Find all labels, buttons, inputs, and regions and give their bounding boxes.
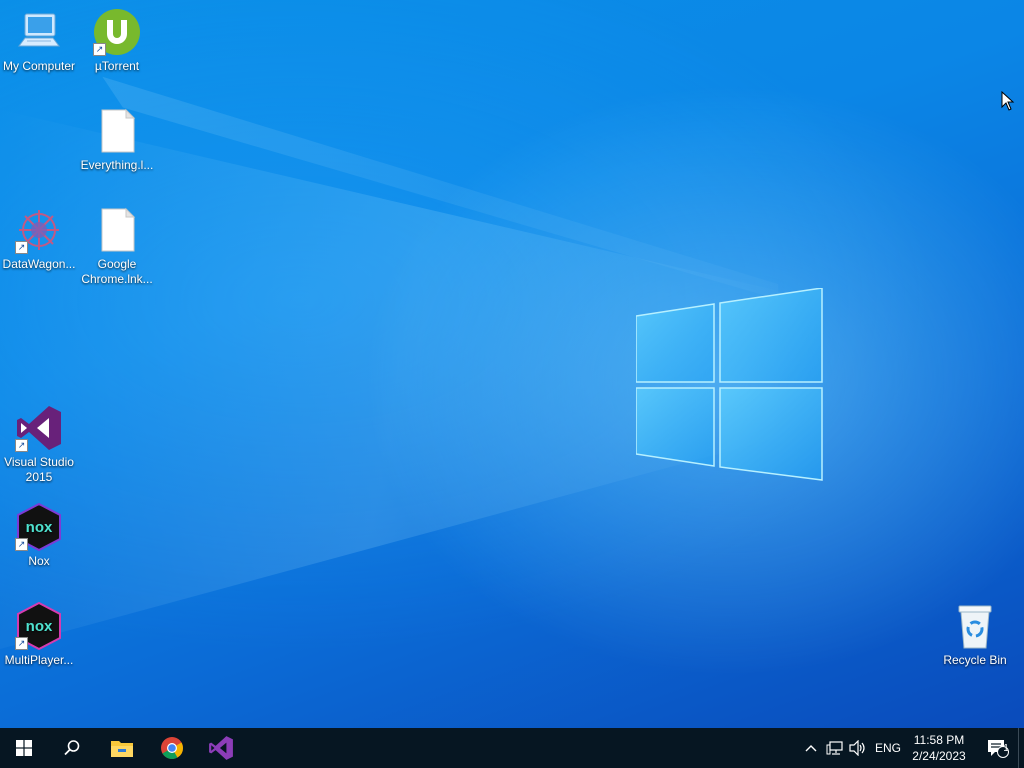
start-button[interactable] bbox=[0, 728, 48, 768]
recycle-bin-icon bbox=[951, 602, 999, 650]
shortcut-arrow-icon bbox=[93, 43, 106, 56]
taskbar: ENG 11:58 PM 2/24/2023 1 bbox=[0, 728, 1024, 768]
desktop-icon-label: Everything.l... bbox=[80, 158, 154, 172]
nox-multiplayer-icon: nox bbox=[15, 601, 63, 651]
svg-text:nox: nox bbox=[26, 618, 53, 635]
show-hidden-icons-button[interactable] bbox=[800, 728, 822, 768]
desktop-icon-label: Nox bbox=[28, 554, 50, 568]
desktop-icon-multiplayer[interactable]: nox MultiPlayer... bbox=[0, 596, 78, 668]
desktop-icon-recycle-bin[interactable]: Recycle Bin bbox=[936, 596, 1014, 668]
input-language-button[interactable]: ENG bbox=[872, 728, 904, 768]
chevron-up-icon bbox=[805, 745, 817, 752]
folder-icon bbox=[111, 741, 133, 757]
datawagon-icon bbox=[15, 206, 63, 254]
clock-time: 11:58 PM bbox=[913, 733, 965, 747]
desktop-icon-label: Recycle Bin bbox=[943, 653, 1007, 667]
file-explorer-button[interactable] bbox=[98, 728, 146, 768]
windows-logo-wallpaper bbox=[636, 288, 823, 481]
visual-studio-icon bbox=[15, 404, 63, 452]
desktop-icon-visual-studio[interactable]: Visual Studio 2015 bbox=[0, 398, 78, 485]
network-icon bbox=[826, 741, 843, 755]
desktop-icon-datawagon[interactable]: DataWagon... bbox=[0, 200, 78, 272]
desktop-icon-nox[interactable]: nox Nox bbox=[0, 497, 78, 569]
shortcut-arrow-icon bbox=[15, 241, 28, 254]
shortcut-arrow-icon bbox=[15, 439, 28, 452]
desktop-icon-everything[interactable]: Everything.l... bbox=[78, 101, 156, 173]
chrome-icon bbox=[161, 737, 183, 759]
clock-button[interactable]: 11:58 PM 2/24/2023 bbox=[906, 732, 972, 764]
desktop-icon-label: µTorrent bbox=[94, 59, 140, 73]
nox-icon: nox bbox=[15, 502, 63, 552]
visual-studio-button[interactable] bbox=[197, 728, 245, 768]
language-indicator: ENG bbox=[874, 741, 901, 755]
mouse-cursor-icon bbox=[1001, 91, 1015, 111]
windows-start-icon bbox=[16, 740, 32, 756]
clock-date: 2/24/2023 bbox=[912, 749, 966, 763]
file-icon bbox=[93, 107, 141, 155]
desktop-icon-label: Google Chrome.lnk... bbox=[81, 257, 153, 286]
action-center-button[interactable]: 1 bbox=[980, 728, 1016, 768]
desktop-icon-my-computer[interactable]: My Computer bbox=[0, 2, 78, 74]
visual-studio-icon bbox=[209, 736, 233, 760]
network-button[interactable] bbox=[824, 728, 846, 768]
desktop-icon-utorrent[interactable]: µTorrent bbox=[78, 2, 156, 74]
show-desktop-button[interactable] bbox=[1018, 728, 1024, 768]
search-button[interactable] bbox=[48, 728, 96, 768]
desktop-icon-google-chrome-lnk[interactable]: Google Chrome.lnk... bbox=[78, 200, 156, 287]
notification-count-badge: 1 bbox=[1003, 743, 1009, 754]
shortcut-arrow-icon bbox=[15, 538, 28, 551]
desktop-icon-label: DataWagon... bbox=[2, 257, 76, 271]
volume-button[interactable] bbox=[847, 728, 869, 768]
desktop-icon-label: My Computer bbox=[2, 59, 76, 73]
file-icon bbox=[93, 206, 141, 254]
svg-text:nox: nox bbox=[26, 519, 53, 536]
desktop-icon-label: MultiPlayer... bbox=[4, 653, 74, 667]
chrome-button[interactable] bbox=[148, 728, 196, 768]
utorrent-icon bbox=[93, 8, 141, 56]
shortcut-arrow-icon bbox=[15, 637, 28, 650]
desktop-icon-label: Visual Studio 2015 bbox=[4, 455, 74, 484]
computer-icon bbox=[15, 8, 63, 56]
speaker-icon bbox=[849, 740, 865, 756]
search-icon bbox=[64, 740, 80, 756]
